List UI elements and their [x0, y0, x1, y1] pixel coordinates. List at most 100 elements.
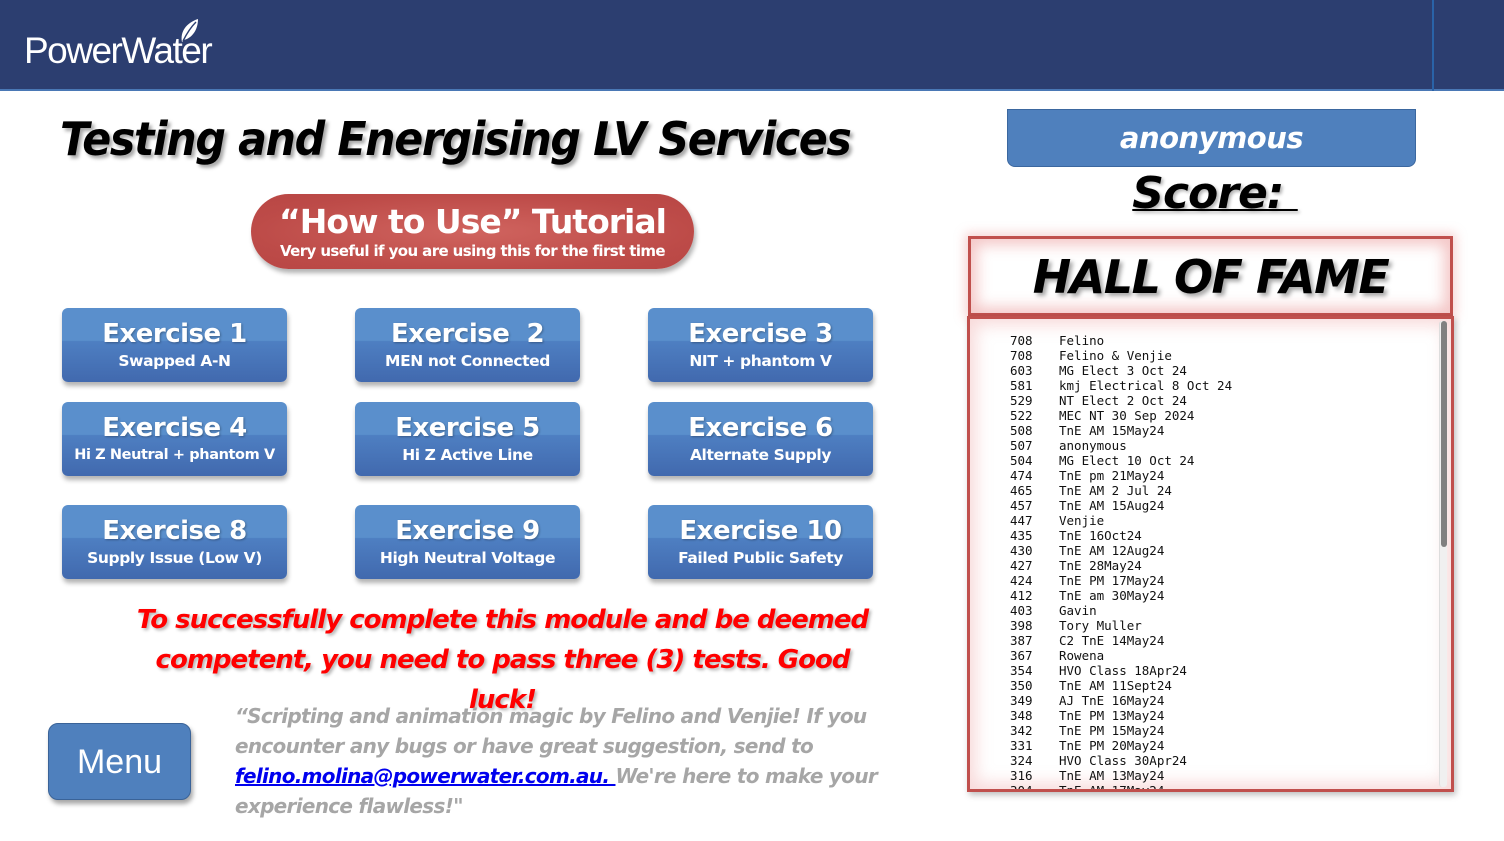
hall-of-fame-entry: 507 anonymous	[1010, 438, 1232, 453]
hall-of-fame-entry: 304 TnE AM 17May24	[1010, 783, 1232, 792]
entry-name: TnE PM 17May24	[1059, 573, 1165, 588]
entry-name: TnE 16Oct24	[1059, 528, 1142, 543]
exercise-5-button[interactable]: Exercise 5 Hi Z Active Line	[355, 402, 580, 476]
entry-score: 430	[1010, 543, 1033, 558]
hall-of-fame-entry: 354 HVO Class 18Apr24	[1010, 663, 1232, 678]
email-link[interactable]: felino.molina@powerwater.com.au.	[235, 764, 615, 788]
entry-name: TnE AM 12Aug24	[1059, 543, 1165, 558]
entry-score: 457	[1010, 498, 1033, 513]
entry-name: MEC NT 30 Sep 2024	[1059, 408, 1195, 423]
how-to-use-tutorial-button[interactable]: “How to Use” Tutorial Very useful if you…	[251, 194, 694, 269]
header-bar: PowerWater	[0, 0, 1504, 91]
exercise-6-button[interactable]: Exercise 6 Alternate Supply	[648, 402, 873, 476]
entry-name: Tory Muller	[1059, 618, 1142, 633]
entry-name: TnE AM 15Aug24	[1059, 498, 1165, 513]
hall-of-fame-list[interactable]: 708 Felino 708 Felino & Venjie 603 MG Elect 3…	[967, 316, 1454, 792]
exercise-9-button[interactable]: Exercise 9 High Neutral Voltage	[355, 505, 580, 579]
entry-score: 435	[1010, 528, 1033, 543]
exercise-title: Exercise 1	[102, 319, 247, 349]
exercise-subtitle: Swapped A-N	[118, 352, 231, 370]
hall-of-fame-entry: 412 TnE am 30May24	[1010, 588, 1232, 603]
entry-score: 403	[1010, 603, 1033, 618]
exercise-subtitle: Hi Z Neutral + phantom V	[74, 447, 275, 463]
exercise-8-button[interactable]: Exercise 8 Supply Issue (Low V)	[62, 505, 287, 579]
hall-of-fame-entry: 398 Tory Muller	[1010, 618, 1232, 633]
entry-name: AJ TnE 16May24	[1059, 693, 1165, 708]
entry-score: 350	[1010, 678, 1033, 693]
entry-name: TnE 28May24	[1059, 558, 1142, 573]
hall-of-fame-entry: 708 Felino & Venjie	[1010, 348, 1232, 363]
entry-score: 447	[1010, 513, 1033, 528]
hall-of-fame-entry: 342 TnE PM 15May24	[1010, 723, 1232, 738]
entry-score: 508	[1010, 423, 1033, 438]
hall-of-fame-rows: 708 Felino 708 Felino & Venjie 603 MG Elect 3…	[1010, 333, 1232, 792]
entry-name: HVO Class 18Apr24	[1059, 663, 1187, 678]
entry-name: TnE AM 2 Jul 24	[1059, 483, 1172, 498]
hall-of-fame-scrollbar[interactable]	[1439, 321, 1447, 787]
entry-score: 387	[1010, 633, 1033, 648]
credits-text: “Scripting and animation magic by Felino…	[235, 701, 895, 821]
entry-name: TnE AM 15May24	[1059, 423, 1165, 438]
entry-name: TnE AM 17May24	[1059, 783, 1165, 792]
entry-name: TnE pm 21May24	[1059, 468, 1165, 483]
exercise-subtitle: MEN not Connected	[385, 352, 550, 370]
entry-score: 522	[1010, 408, 1033, 423]
entry-name: Felino & Venjie	[1059, 348, 1172, 363]
exercise-title: Exercise 4	[102, 413, 247, 443]
entry-score: 529	[1010, 393, 1033, 408]
entry-name: TnE am 30May24	[1059, 588, 1165, 603]
entry-score: 367	[1010, 648, 1033, 663]
entry-score: 424	[1010, 573, 1033, 588]
exercise-3-button[interactable]: Exercise 3 NIT + phantom V	[648, 308, 873, 382]
hall-of-fame-entry: 581 kmj Electrical 8 Oct 24	[1010, 378, 1232, 393]
exercise-title: Exercise 6	[688, 413, 833, 443]
hall-of-fame-entry: 403 Gavin	[1010, 603, 1232, 618]
hall-of-fame-entry: 508 TnE AM 15May24	[1010, 423, 1232, 438]
entry-name: anonymous	[1059, 438, 1127, 453]
entry-score: 708	[1010, 348, 1033, 363]
exercise-subtitle: NIT + phantom V	[689, 352, 832, 370]
exercise-title: Exercise 10	[679, 516, 842, 546]
hall-of-fame-entry: 447 Venjie	[1010, 513, 1232, 528]
entry-name: Rowena	[1059, 648, 1105, 663]
hall-of-fame-entry: 324 HVO Class 30Apr24	[1010, 753, 1232, 768]
entry-score: 474	[1010, 468, 1033, 483]
exercise-subtitle: Failed Public Safety	[678, 549, 843, 567]
entry-name: NT Elect 2 Oct 24	[1059, 393, 1187, 408]
tutorial-title: “How to Use” Tutorial	[279, 202, 667, 241]
exercise-10-button[interactable]: Exercise 10 Failed Public Safety	[648, 505, 873, 579]
entry-score: 398	[1010, 618, 1033, 633]
menu-button[interactable]: Menu	[48, 723, 191, 800]
exercise-2-button[interactable]: Exercise 2 MEN not Connected	[355, 308, 580, 382]
entry-score: 465	[1010, 483, 1033, 498]
exercise-1-button[interactable]: Exercise 1 Swapped A-N	[62, 308, 287, 382]
page-title: Testing and Energising LV Services	[60, 112, 852, 166]
exercise-subtitle: Hi Z Active Line	[402, 446, 533, 464]
entry-name: TnE PM 13May24	[1059, 708, 1165, 723]
entry-name: kmj Electrical 8 Oct 24	[1059, 378, 1233, 393]
entry-score: 324	[1010, 753, 1033, 768]
hall-of-fame-entry: 424 TnE PM 17May24	[1010, 573, 1232, 588]
entry-score: 304	[1010, 783, 1033, 792]
hall-of-fame-entry: 504 MG Elect 10 Oct 24	[1010, 453, 1232, 468]
entry-score: 349	[1010, 693, 1033, 708]
hall-of-fame-entry: 348 TnE PM 13May24	[1010, 708, 1232, 723]
hall-of-fame-entry: 350 TnE AM 11Sept24	[1010, 678, 1232, 693]
entry-name: TnE PM 20May24	[1059, 738, 1165, 753]
exercise-title: Exercise 5	[395, 413, 540, 443]
exercise-title: Exercise 8	[102, 516, 247, 546]
entry-score: 331	[1010, 738, 1033, 753]
entry-name: TnE AM 13May24	[1059, 768, 1165, 783]
exercise-4-button[interactable]: Exercise 4 Hi Z Neutral + phantom V	[62, 402, 287, 476]
hall-of-fame-entry: 522 MEC NT 30 Sep 2024	[1010, 408, 1232, 423]
entry-name: HVO Class 30Apr24	[1059, 753, 1187, 768]
hall-of-fame-entry: 435 TnE 16Oct24	[1010, 528, 1232, 543]
hall-of-fame-entry: 387 C2 TnE 14May24	[1010, 633, 1232, 648]
scrollbar-thumb[interactable]	[1441, 321, 1447, 547]
hall-of-fame-entry: 603 MG Elect 3 Oct 24	[1010, 363, 1232, 378]
tutorial-subtitle: Very useful if you are using this for th…	[279, 242, 666, 260]
exercise-subtitle: Supply Issue (Low V)	[87, 549, 262, 567]
entry-name: TnE AM 11Sept24	[1059, 678, 1172, 693]
hall-of-fame-entry: 316 TnE AM 13May24	[1010, 768, 1232, 783]
entry-score: 316	[1010, 768, 1033, 783]
